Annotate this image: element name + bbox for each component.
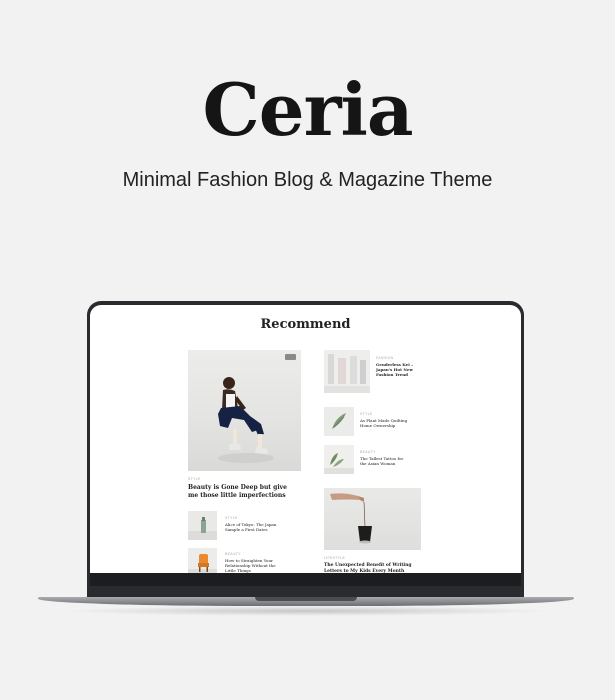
- laptop-shadow: [60, 606, 552, 616]
- bottle-icon: [188, 517, 217, 540]
- left-post-2-category[interactable]: Beauty: [225, 552, 295, 557]
- laptop-screen-frame: Recommend Style Beauty is Gone Deep but …: [87, 301, 524, 599]
- screen-bottom-bezel: [90, 573, 521, 586]
- featured-post-image[interactable]: [188, 350, 301, 471]
- laptop-base-notch: [255, 597, 357, 601]
- right-post-2-title[interactable]: As Plant Made Quilting Home Ownership: [360, 418, 408, 428]
- right-post-1-image[interactable]: [324, 350, 370, 393]
- featured-post-title[interactable]: Beauty is Gone Deep but give me those li…: [188, 484, 298, 499]
- left-post-1-title[interactable]: Alice of Tokyo: The Japan Sample a First…: [225, 522, 287, 532]
- hero-subtitle: Minimal Fashion Blog & Magazine Theme: [122, 169, 493, 191]
- big-right-post-image[interactable]: [324, 488, 421, 550]
- left-post-2-title[interactable]: How to Straighten Your Relationship With…: [225, 558, 287, 574]
- left-post-1-image[interactable]: [188, 511, 217, 540]
- clothing-rack-icon: [324, 354, 370, 393]
- right-post-1-category[interactable]: Fashion: [376, 356, 426, 361]
- right-post-3-title[interactable]: The Tallest Tattoo for the Asian Woman: [360, 456, 408, 466]
- right-post-3-category[interactable]: Beauty: [360, 450, 410, 455]
- right-post-2-image[interactable]: [324, 407, 354, 436]
- right-post-2-category[interactable]: Style: [360, 412, 410, 417]
- section-title: Recommend: [260, 317, 351, 332]
- featured-post-category[interactable]: Style: [188, 477, 268, 482]
- laptop-screen: Recommend Style Beauty is Gone Deep but …: [90, 305, 521, 586]
- big-right-post-category[interactable]: Lifestyle: [324, 556, 384, 561]
- potted-plant-icon: [324, 453, 354, 474]
- coffee-pour-icon: [330, 493, 372, 544]
- gallery-badge-icon: [285, 354, 296, 360]
- left-post-1-category[interactable]: Style: [225, 516, 295, 521]
- right-post-3-image[interactable]: [324, 445, 354, 474]
- right-post-1-title[interactable]: Genderless Kei – Japan's Hot New Fashion…: [376, 362, 424, 378]
- hero-title: Ceria: [202, 67, 413, 152]
- person-sitting-illustration: [218, 377, 274, 463]
- plant-leaf-icon: [332, 413, 346, 429]
